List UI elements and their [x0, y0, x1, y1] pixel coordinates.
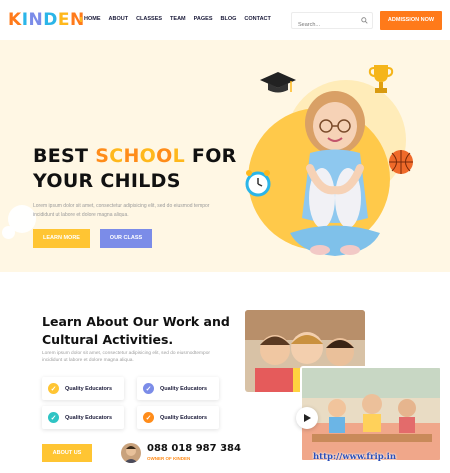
hero-accent-letter: L — [172, 145, 185, 167]
main-nav: HOME ABOUT CLASSES TEAM PAGES BLOG CONTACT — [80, 16, 271, 22]
watermark-text: http://www.frip.in — [313, 452, 397, 462]
logo-letter: D — [43, 10, 58, 30]
feature-label: Quality Educators — [160, 385, 208, 392]
basketball-icon — [389, 150, 413, 174]
hero-description: Lorem ipsum dolor sit amet, consectetur … — [33, 203, 210, 218]
nav-item-home[interactable]: HOME — [80, 16, 101, 22]
search-icon[interactable] — [361, 17, 368, 24]
hero-accent-letter: O — [139, 145, 157, 167]
search-box — [291, 12, 373, 33]
site-logo[interactable]: KINDEN — [8, 10, 85, 30]
nav-item-blog[interactable]: BLOG — [221, 16, 237, 22]
nav-item-pages[interactable]: PAGES — [194, 16, 213, 22]
phone-number[interactable]: 088 018 987 384 — [147, 443, 241, 454]
about-us-button[interactable]: ABOUT US — [42, 444, 92, 462]
check-icon: ✓ — [143, 412, 154, 423]
feature-label: Quality Educators — [160, 414, 208, 421]
logo-letter: N — [28, 10, 44, 30]
hero-title-accent: SCHOOL — [95, 145, 185, 167]
nav-item-team[interactable]: TEAM — [170, 16, 186, 22]
learn-more-button[interactable]: LEARN MORE — [33, 229, 90, 248]
feature-label: Quality Educators — [65, 385, 113, 392]
our-class-button[interactable]: OUR CLASS — [100, 229, 152, 248]
logo-letter: E — [57, 10, 70, 30]
feature-label: Quality Educators — [65, 414, 113, 421]
hero-title: BEST SCHOOL FOR YOUR CHILDS — [33, 145, 237, 192]
feature-card: ✓ Quality Educators — [42, 406, 124, 429]
feature-card: ✓ Quality Educators — [137, 377, 219, 400]
play-icon — [304, 414, 311, 422]
check-icon: ✓ — [48, 383, 59, 394]
search-input[interactable] — [292, 17, 360, 33]
classroom-photo — [300, 366, 442, 462]
about-description: Lorem ipsum dolor sit amet, consectetur … — [42, 351, 210, 363]
logo-letter: K — [8, 10, 22, 30]
check-icon: ✓ — [48, 412, 59, 423]
hero-section: BEST SCHOOL FOR YOUR CHILDS Lorem ipsum … — [0, 40, 450, 272]
owner-avatar — [121, 443, 141, 463]
hero-accent-letter: H — [123, 145, 140, 167]
logo-letter: I — [21, 10, 29, 30]
check-icon: ✓ — [143, 383, 154, 394]
trophy-icon — [368, 65, 394, 93]
about-title: Learn About Our Work and Cultural Activi… — [42, 314, 230, 347]
nav-item-contact[interactable]: CONTACT — [244, 16, 270, 22]
play-video-button[interactable] — [296, 407, 318, 429]
feature-card: ✓ Quality Educators — [42, 377, 124, 400]
feature-card: ✓ Quality Educators — [137, 406, 219, 429]
graduation-cap-icon — [260, 72, 296, 93]
nav-item-classes[interactable]: CLASSES — [136, 16, 162, 22]
hero-accent-letter: S — [95, 145, 110, 167]
hero-accent-letter: O — [156, 145, 173, 167]
hero-decor-bubble-small — [2, 226, 15, 239]
admission-button[interactable]: ADMISSION NOW — [380, 11, 442, 30]
hero-accent-letter: C — [109, 145, 124, 167]
phone-caption: OWNER OF KINDEN — [147, 456, 191, 461]
nav-item-about[interactable]: ABOUT — [109, 16, 129, 22]
site-header: KINDEN HOME ABOUT CLASSES TEAM PAGES BLOG CONT… — [0, 0, 450, 40]
alarm-clock-icon — [245, 170, 271, 197]
